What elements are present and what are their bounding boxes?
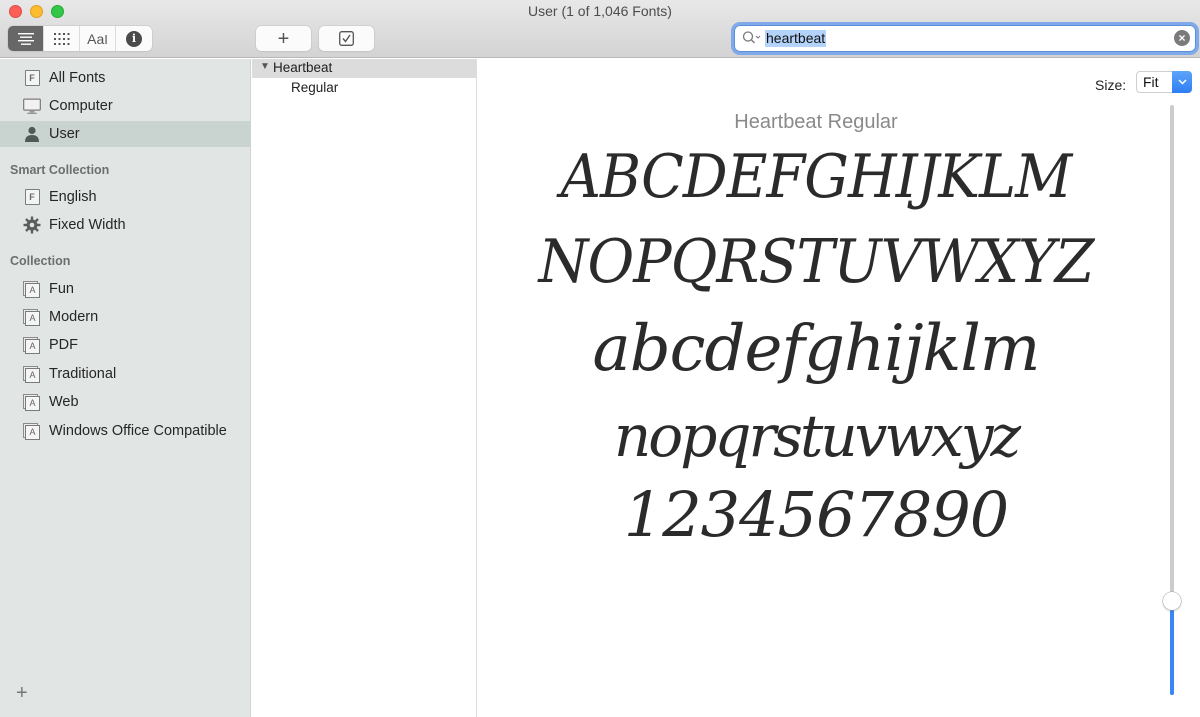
search-icon <box>742 31 761 44</box>
collections-sidebar: F All Fonts Computer User Smart Collecti… <box>0 59 251 717</box>
sidebar-item-label: User <box>49 126 80 142</box>
computer-icon <box>23 97 41 115</box>
size-label: Size: <box>1095 77 1127 93</box>
custom-text-view-button[interactable]: AaI <box>80 26 116 51</box>
font-preview-pane: Size: Fit Heartbeat Regular ABCDEFGHIJKL… <box>478 59 1200 717</box>
sidebar-item-computer[interactable]: Computer <box>0 93 251 119</box>
collection-heading: Collection <box>10 254 71 268</box>
font-face-row[interactable]: Regular <box>252 79 476 98</box>
user-icon <box>23 125 41 143</box>
sidebar-item-fun[interactable]: A Fun <box>0 276 251 302</box>
sample-view-button[interactable] <box>8 26 44 51</box>
preview-size-slider[interactable] <box>1163 105 1181 695</box>
slider-fill <box>1170 600 1174 695</box>
size-select[interactable]: Fit <box>1136 71 1192 93</box>
font-face-name: Regular <box>291 80 339 95</box>
sidebar-item-fixed-width[interactable]: Fixed Width <box>0 212 251 238</box>
sidebar-item-label: Windows Office Compatible <box>49 423 227 439</box>
info-view-button[interactable]: i <box>116 26 152 51</box>
validate-font-button[interactable] <box>319 26 374 51</box>
sample-digits-line: 1234567890 <box>623 478 1009 551</box>
sidebar-item-label: Fixed Width <box>49 217 126 233</box>
sidebar-item-label: Fun <box>49 281 74 297</box>
font-book-window: User (1 of 1,046 Fonts) AaI i + heartbea… <box>0 0 1200 717</box>
gear-icon <box>23 216 41 234</box>
add-font-button[interactable]: + <box>256 26 311 51</box>
search-field[interactable]: heartbeat × <box>734 25 1196 52</box>
chevron-down-icon <box>1172 71 1192 93</box>
font-collection-icon: A <box>23 422 41 440</box>
font-collection-icon: A <box>23 280 41 298</box>
info-icon: i <box>126 30 142 47</box>
sidebar-item-label: Modern <box>49 309 99 325</box>
preview-font-title: Heartbeat Regular <box>734 111 898 133</box>
sample-uppercase-line-2: NOPQRSTUVWXYZ <box>538 227 1095 297</box>
plus-icon: + <box>277 27 290 50</box>
sidebar-item-pdf[interactable]: A PDF <box>0 332 251 358</box>
checkbox-icon <box>339 31 354 46</box>
sidebar-item-english[interactable]: F English <box>0 184 251 210</box>
sidebar-item-all-fonts[interactable]: F All Fonts <box>0 65 251 91</box>
sidebar-item-label: All Fonts <box>49 70 106 86</box>
glyph-grid-view-button[interactable] <box>44 26 80 51</box>
clear-search-icon[interactable]: × <box>1174 30 1190 46</box>
sidebar-item-label: PDF <box>49 337 78 353</box>
sidebar-item-traditional[interactable]: A Traditional <box>0 361 251 387</box>
sidebar-item-user[interactable]: User <box>0 121 251 147</box>
grid-dots-icon <box>53 32 69 45</box>
smart-collection-heading: Smart Collection <box>10 163 110 177</box>
title-bar: User (1 of 1,046 Fonts) AaI i + heartbea… <box>0 0 1200 58</box>
sample-lowercase-line-1: abcdefghijklm <box>592 312 1041 386</box>
font-family-row[interactable]: ▼ Heartbeat <box>252 59 476 78</box>
disclosure-triangle-icon[interactable]: ▼ <box>260 61 270 72</box>
font-file-icon: F <box>23 188 41 206</box>
sidebar-item-label: Traditional <box>49 366 117 382</box>
sample-lowercase-line-2: nopqrstuvwxyz <box>613 402 1021 470</box>
text-cursor-icon: AaI <box>87 30 108 47</box>
slider-thumb[interactable] <box>1163 591 1181 610</box>
font-collection-icon: A <box>23 365 41 383</box>
font-collection-icon: A <box>23 393 41 411</box>
sidebar-item-modern[interactable]: A Modern <box>0 304 251 330</box>
font-collection-icon: A <box>23 336 41 354</box>
search-input[interactable]: heartbeat <box>765 30 827 47</box>
sidebar-item-windows-office-compatible[interactable]: A Windows Office Compatible <box>0 418 251 444</box>
sidebar-item-label: Computer <box>49 98 113 114</box>
font-file-icon: F <box>23 69 41 87</box>
font-family-name: Heartbeat <box>273 60 333 75</box>
font-collection-icon: A <box>23 308 41 326</box>
sidebar-item-label: English <box>49 189 97 205</box>
list-lines-icon <box>17 32 34 45</box>
sidebar-item-web[interactable]: A Web <box>0 389 251 415</box>
sample-uppercase-line-1: ABCDEFGHIJKLM <box>560 142 1073 212</box>
view-mode-segmented-control: AaI i <box>8 26 152 51</box>
sidebar-item-label: Web <box>49 394 79 410</box>
add-collection-button[interactable]: + <box>16 683 28 703</box>
font-list: ▼ Heartbeat Regular <box>252 59 477 717</box>
window-title: User (1 of 1,046 Fonts) <box>528 3 672 19</box>
size-select-value: Fit <box>1143 74 1159 90</box>
